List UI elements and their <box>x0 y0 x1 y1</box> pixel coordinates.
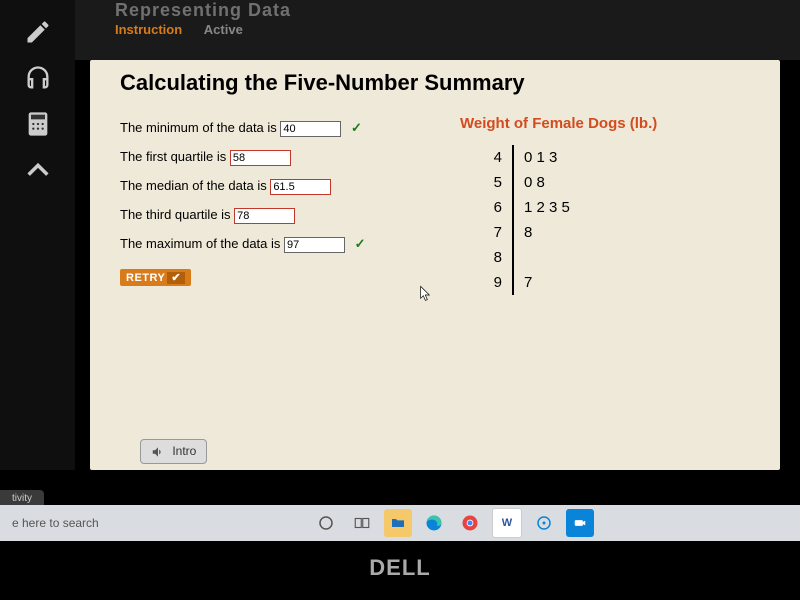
chrome-icon[interactable] <box>456 509 484 537</box>
stem-row: 8 <box>470 245 570 270</box>
answer-row-q3: The third quartile is <box>120 207 366 224</box>
groove-icon[interactable] <box>530 509 558 537</box>
page-title: Calculating the Five-Number Summary <box>120 70 525 96</box>
stem-row: 78 <box>470 220 570 245</box>
answers-block: The minimum of the data is ✓ The first q… <box>120 120 366 286</box>
stem-leaf-title: Weight of Female Dogs (lb.) <box>460 115 657 132</box>
calculator-icon[interactable] <box>24 110 52 138</box>
dell-logo: DELL <box>369 555 430 581</box>
intro-button[interactable]: Intro <box>140 439 207 464</box>
answer-row-min: The minimum of the data is ✓ <box>120 120 366 137</box>
file-explorer-icon[interactable] <box>384 509 412 537</box>
check-icon: ✓ <box>351 120 362 135</box>
collapse-up-icon[interactable] <box>24 156 52 184</box>
word-icon[interactable]: W <box>492 508 522 538</box>
stem-row: 61 2 3 5 <box>470 195 570 220</box>
min-label: The minimum of the data is <box>120 120 280 135</box>
tab-active[interactable]: Active <box>204 22 243 37</box>
median-label: The median of the data is <box>120 178 270 193</box>
cortana-icon[interactable] <box>312 509 340 537</box>
max-input[interactable] <box>284 237 345 253</box>
min-input[interactable] <box>280 121 341 137</box>
q3-label: The third quartile is <box>120 207 234 222</box>
content-card: Calculating the Five-Number Summary The … <box>90 60 780 470</box>
check-icon: ✓ <box>355 236 366 251</box>
taskbar: e here to search W <box>0 505 800 541</box>
camera-icon[interactable] <box>566 509 594 537</box>
taskbar-icons: W <box>312 508 594 538</box>
answer-row-median: The median of the data is <box>120 178 366 195</box>
stem-row: 50 8 <box>470 170 570 195</box>
cursor-icon <box>418 285 434 301</box>
max-label: The maximum of the data is <box>120 236 284 251</box>
edge-icon[interactable] <box>420 509 448 537</box>
q1-input[interactable] <box>230 150 291 166</box>
median-input[interactable] <box>270 179 331 195</box>
task-view-icon[interactable] <box>348 509 376 537</box>
tab-bar: Instruction Active <box>115 22 261 37</box>
headphones-icon[interactable] <box>24 64 52 92</box>
retry-check-icon: ✔ <box>167 272 185 284</box>
answer-row-q1: The first quartile is <box>120 149 366 166</box>
tab-instruction[interactable]: Instruction <box>115 22 182 37</box>
answer-row-max: The maximum of the data is ✓ <box>120 236 366 253</box>
retry-button[interactable]: RETRY✔ <box>120 269 191 286</box>
unit-title: Representing Data <box>115 0 291 21</box>
screen: Representing Data Instruction Active Cal… <box>0 0 800 600</box>
sidebar <box>0 0 75 470</box>
speaker-icon <box>151 445 165 459</box>
pencil-icon[interactable] <box>24 18 52 46</box>
q3-input[interactable] <box>234 208 295 224</box>
q1-label: The first quartile is <box>120 149 230 164</box>
stem-row: 97 <box>470 270 570 295</box>
stem-leaf-table: 40 1 3 50 8 61 2 3 5 78 8 97 <box>470 145 570 295</box>
header-bar: Representing Data Instruction Active <box>0 0 800 60</box>
stem-row: 40 1 3 <box>470 145 570 170</box>
stem-leaf-plot: 40 1 3 50 8 61 2 3 5 78 8 97 <box>470 145 570 295</box>
taskbar-search[interactable]: e here to search <box>0 516 272 530</box>
